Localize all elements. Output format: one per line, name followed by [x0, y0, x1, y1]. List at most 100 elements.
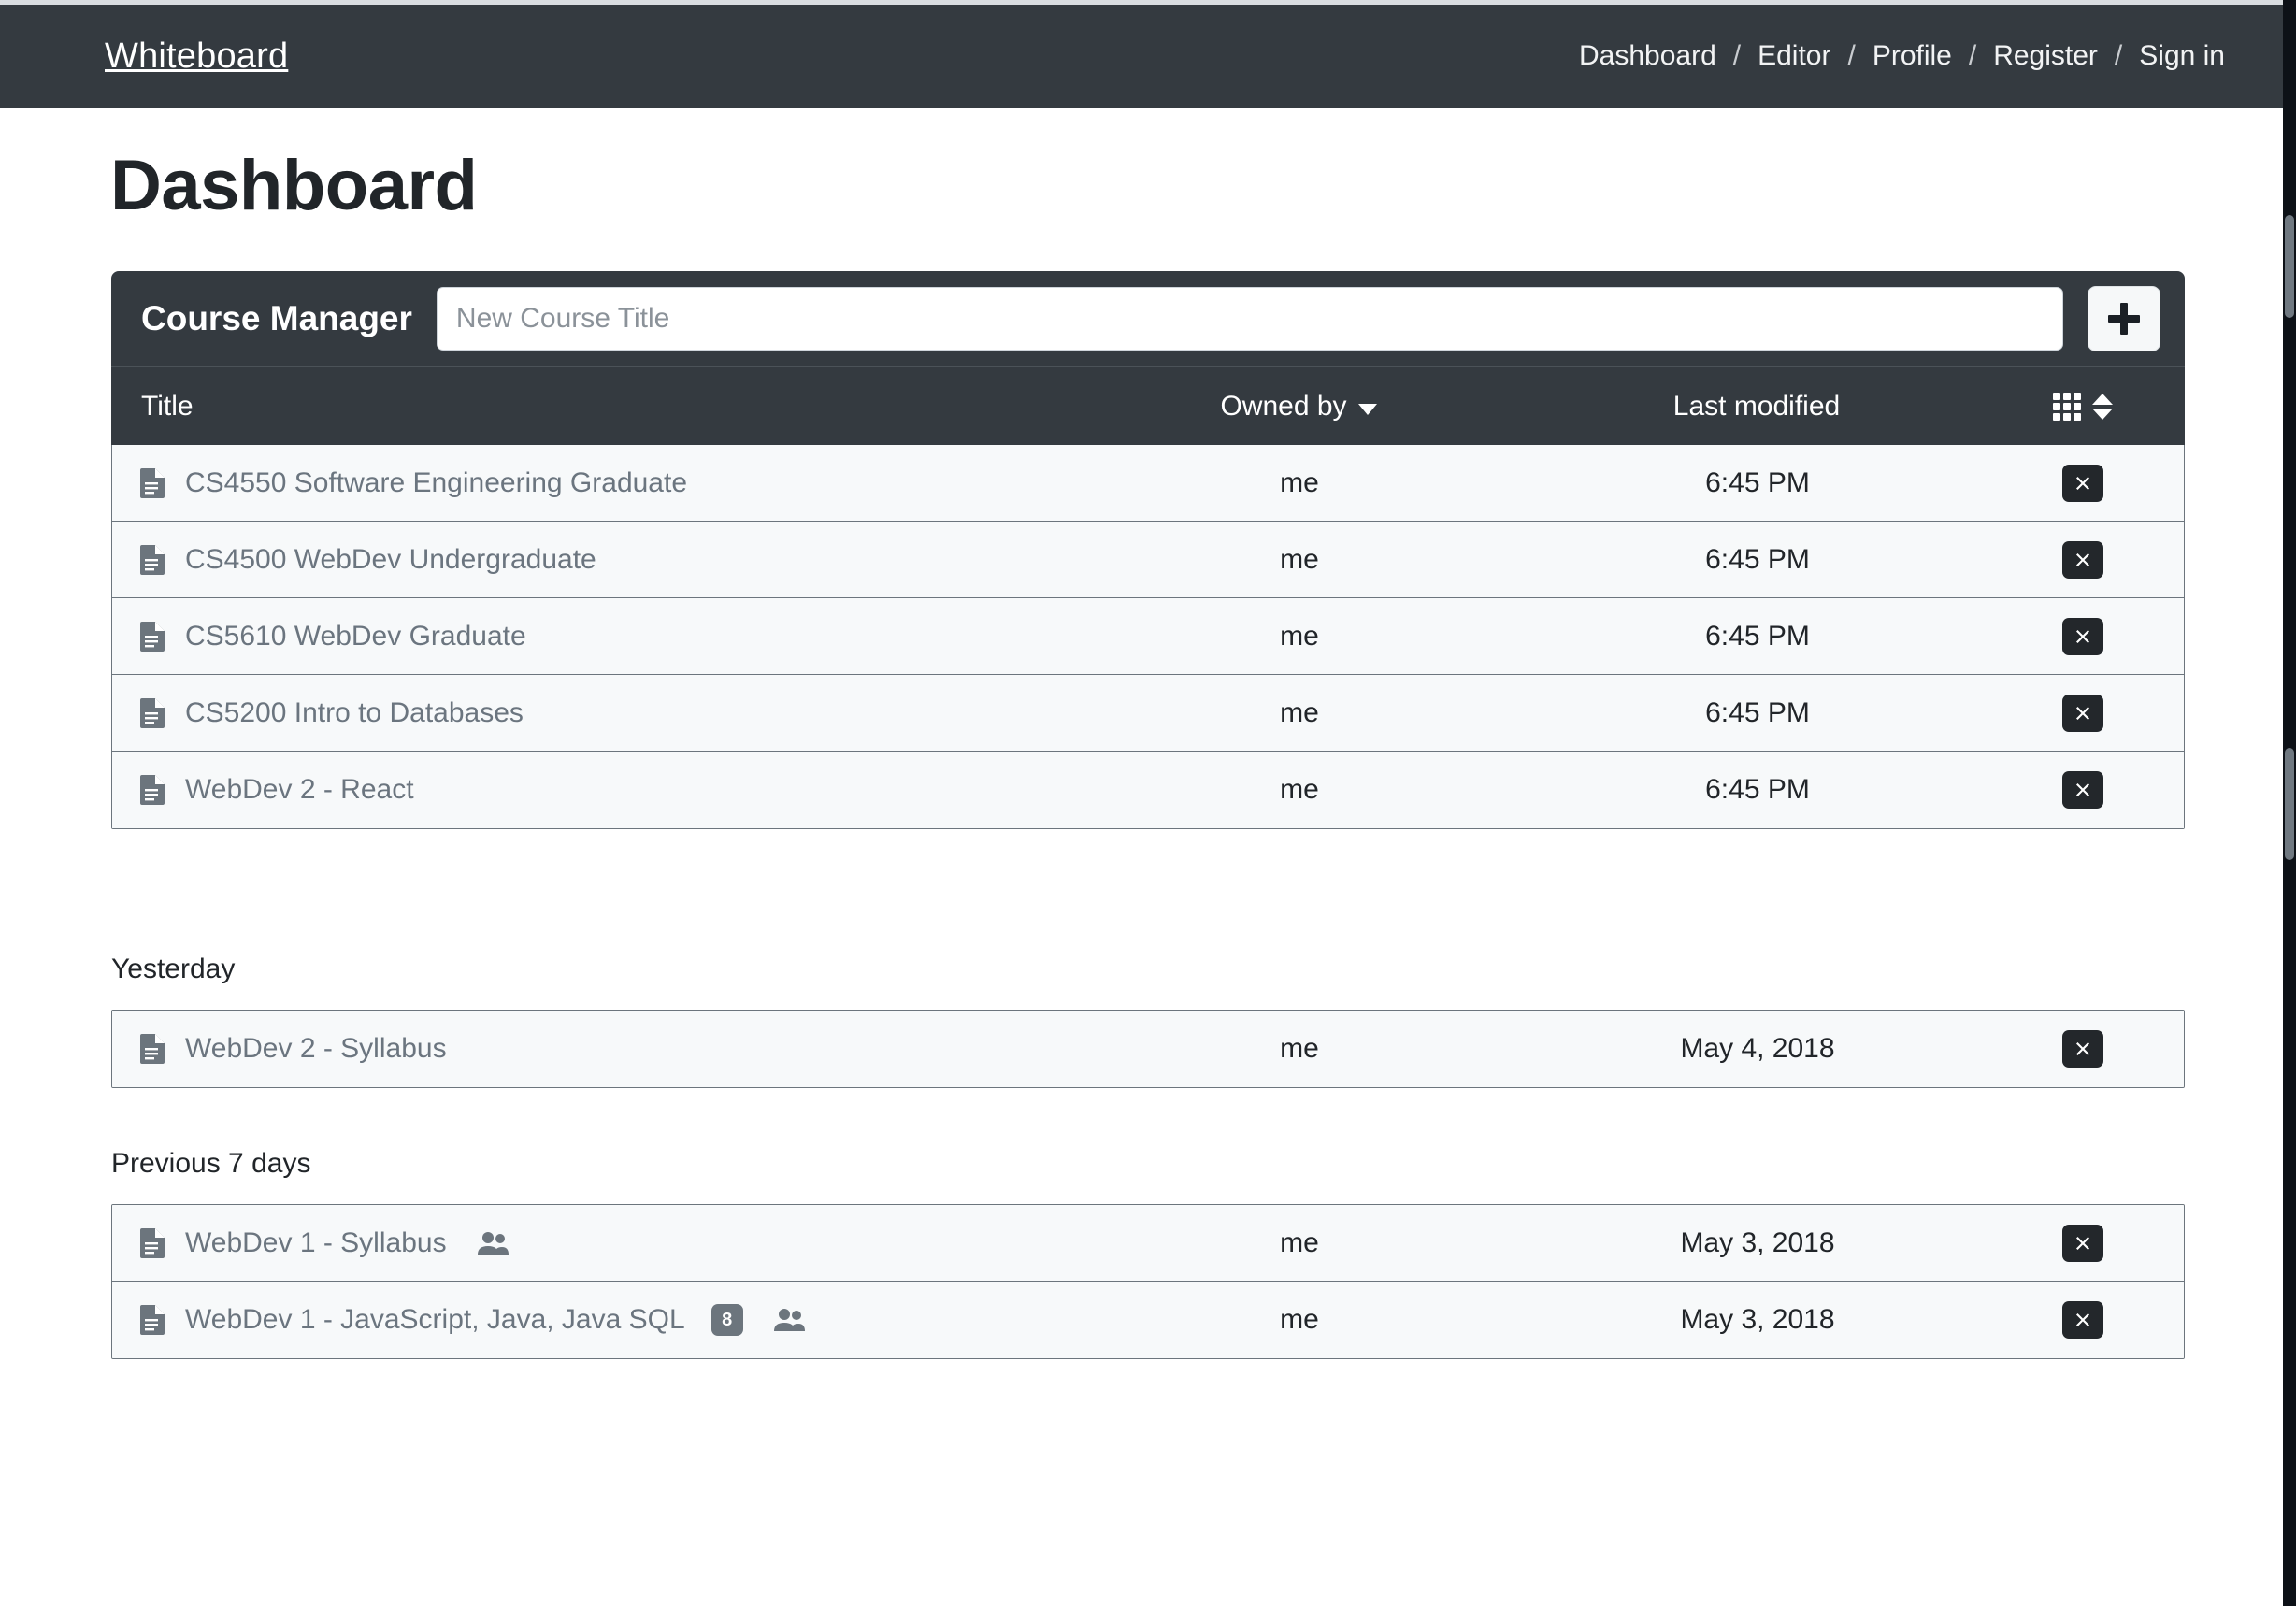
group-previous-7-days: Previous 7 days WebDev 1 - Syllabus me May …: [111, 1148, 2185, 1359]
cell-owner: me: [1280, 1226, 1319, 1258]
cell-last-modified: 6:45 PM: [1705, 696, 1810, 728]
group-table: WebDev 2 - Syllabus me May 4, 2018: [111, 1010, 2185, 1088]
cell-title: CS4500 WebDev Undergraduate: [112, 544, 1066, 576]
column-header-owner[interactable]: Owned by: [1065, 391, 1532, 423]
cell-last-modified: May 3, 2018: [1680, 1226, 1835, 1258]
course-title-link[interactable]: WebDev 2 - React: [185, 774, 414, 806]
cell-title: WebDev 2 - React: [112, 774, 1066, 806]
table-view-controls: [1981, 392, 2185, 421]
scrollbar-thumb[interactable]: [2285, 748, 2294, 860]
course-title-link[interactable]: CS4550 Software Engineering Graduate: [185, 467, 687, 499]
nav-separator: /: [1732, 40, 1742, 71]
delete-course-button[interactable]: [2062, 617, 2103, 655]
cell-actions: [1982, 1224, 2184, 1262]
document-icon: [140, 775, 165, 805]
document-icon: [140, 467, 165, 498]
cell-title: WebDev 2 - Syllabus: [112, 1033, 1066, 1065]
cell-title: WebDev 1 - Syllabus: [112, 1227, 1066, 1259]
course-title-link[interactable]: WebDev 2 - Syllabus: [185, 1033, 447, 1065]
cell-actions: [1982, 1301, 2184, 1339]
cell-last-modified: 6:45 PM: [1705, 466, 1810, 498]
nav-separator: /: [2114, 40, 2123, 71]
course-title-link[interactable]: WebDev 1 - JavaScript, Java, Java SQL: [185, 1304, 685, 1336]
cell-owner: me: [1280, 466, 1319, 498]
cell-actions: [1982, 1030, 2184, 1068]
nav-link-sign-in[interactable]: Sign in: [2137, 40, 2227, 72]
cell-owner: me: [1280, 774, 1319, 805]
cell-last-modified: 6:45 PM: [1705, 774, 1810, 805]
document-icon: [140, 1227, 165, 1258]
column-header-modified[interactable]: Last modified: [1532, 391, 1981, 423]
document-icon: [140, 697, 165, 728]
document-icon: [140, 621, 165, 652]
group-label: Yesterday: [111, 954, 236, 984]
table-row[interactable]: CS4550 Software Engineering Graduate me 6:…: [112, 445, 2184, 522]
shared-count-badge: 8: [710, 1304, 743, 1336]
nav-separator: /: [1847, 40, 1856, 71]
group-yesterday: Yesterday WebDev 2 - Syllabus me May 4, 201…: [111, 954, 2185, 1088]
nav-link-register[interactable]: Register: [1991, 40, 2100, 72]
delete-course-button[interactable]: [2062, 464, 2103, 502]
table-row[interactable]: WebDev 2 - React me 6:45 PM: [112, 752, 2184, 828]
column-header-owner-label: Owned by: [1220, 390, 1347, 422]
grid-view-icon[interactable]: [2053, 392, 2081, 421]
cell-title: CS5200 Intro to Databases: [112, 697, 1066, 729]
scrollbar-thumb[interactable]: [2285, 215, 2294, 318]
course-title-link[interactable]: CS5610 WebDev Graduate: [185, 621, 526, 652]
cell-owner: me: [1280, 1304, 1319, 1335]
cell-actions: [1982, 771, 2184, 809]
cell-owner: me: [1280, 696, 1319, 728]
table-row[interactable]: CS5610 WebDev Graduate me 6:45 PM: [112, 598, 2184, 675]
app-root: Whiteboard Dashboard / Editor / Profile …: [0, 0, 2296, 1606]
cell-title: CS5610 WebDev Graduate: [112, 621, 1066, 652]
course-title-link[interactable]: CS5200 Intro to Databases: [185, 697, 524, 729]
chevron-down-icon: [1357, 403, 1377, 415]
people-shared-icon[interactable]: [773, 1308, 805, 1332]
delete-course-button[interactable]: [2062, 1030, 2103, 1068]
nav-links: Dashboard / Editor / Profile / Register …: [1577, 40, 2227, 72]
cell-actions: [1982, 617, 2184, 655]
table-row[interactable]: WebDev 2 - Syllabus me May 4, 2018: [112, 1011, 2184, 1087]
cell-title: WebDev 1 - JavaScript, Java, Java SQL 8: [112, 1304, 1066, 1336]
cell-owner: me: [1280, 620, 1319, 652]
course-title-link[interactable]: CS4500 WebDev Undergraduate: [185, 544, 596, 576]
people-shared-icon[interactable]: [477, 1231, 509, 1255]
cell-actions: [1982, 694, 2184, 732]
table-row[interactable]: WebDev 1 - JavaScript, Java, Java SQL 8 me…: [112, 1282, 2184, 1358]
course-manager-header: Course Manager: [111, 271, 2185, 366]
nav-link-dashboard[interactable]: Dashboard: [1577, 40, 1718, 72]
cell-last-modified: 6:45 PM: [1705, 620, 1810, 652]
page-title: Dashboard: [110, 146, 478, 225]
plus-icon: [2108, 303, 2140, 335]
table-header-row: Title Owned by Last modified: [111, 366, 2185, 445]
course-title-link[interactable]: WebDev 1 - Syllabus: [185, 1227, 447, 1259]
window-scrollbar[interactable]: [2283, 0, 2296, 1606]
new-course-title-input[interactable]: [436, 287, 2063, 351]
cell-owner: me: [1280, 1033, 1319, 1064]
table-row[interactable]: CS5200 Intro to Databases me 6:45 PM: [112, 675, 2184, 752]
group-table: WebDev 1 - Syllabus me May 3, 2018 WebDev 1…: [111, 1204, 2185, 1359]
delete-course-button[interactable]: [2062, 540, 2103, 579]
table-row[interactable]: WebDev 1 - Syllabus me May 3, 2018: [112, 1205, 2184, 1282]
cell-owner: me: [1280, 543, 1319, 575]
delete-course-button[interactable]: [2062, 771, 2103, 809]
cell-last-modified: May 4, 2018: [1680, 1033, 1835, 1064]
sort-toggle-icon[interactable]: [2092, 393, 2113, 420]
delete-course-button[interactable]: [2062, 694, 2103, 732]
nav-separator: /: [1968, 40, 1977, 71]
nav-link-editor[interactable]: Editor: [1756, 40, 1832, 72]
delete-course-button[interactable]: [2062, 1224, 2103, 1262]
column-header-title[interactable]: Title: [111, 391, 1065, 423]
navbar: Whiteboard Dashboard / Editor / Profile …: [0, 5, 2283, 108]
cell-last-modified: May 3, 2018: [1680, 1304, 1835, 1335]
group-label: Previous 7 days: [111, 1148, 311, 1179]
nav-link-profile[interactable]: Profile: [1871, 40, 1954, 72]
cell-title: CS4550 Software Engineering Graduate: [112, 467, 1066, 499]
brand-link[interactable]: Whiteboard: [105, 36, 288, 77]
table-row[interactable]: CS4500 WebDev Undergraduate me 6:45 PM: [112, 522, 2184, 598]
add-course-button[interactable]: [2088, 286, 2160, 351]
cell-actions: [1982, 464, 2184, 502]
cell-actions: [1982, 540, 2184, 579]
course-manager-title: Course Manager: [141, 299, 412, 337]
delete-course-button[interactable]: [2062, 1301, 2103, 1339]
